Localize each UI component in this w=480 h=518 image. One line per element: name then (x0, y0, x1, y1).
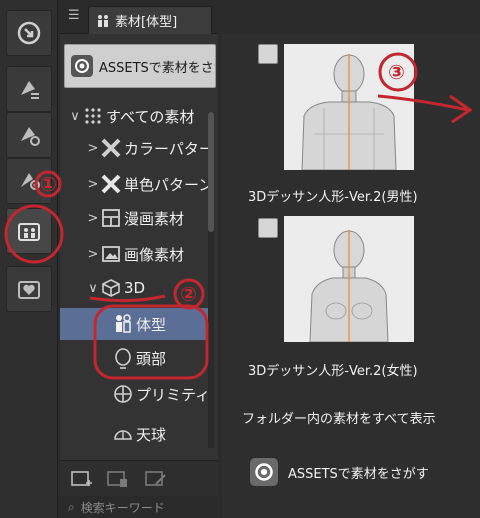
favorites-button[interactable] (6, 266, 52, 312)
tab-bar: ☰ 素材[体型] (60, 0, 218, 34)
navigator-button[interactable] (6, 10, 52, 56)
brush-size-button[interactable] (6, 158, 52, 204)
palette-icon-strip (0, 0, 58, 518)
primitive-icon (112, 383, 134, 405)
material-list-panel: 3Dデッサン人形-Ver.2(男性) 3Dデッサン人形-Ver.2(女性) フォ… (222, 0, 480, 518)
tree-scrollbar[interactable] (208, 112, 214, 448)
scrollbar-thumb[interactable] (208, 112, 214, 232)
tree-item-label: 頭部 (136, 349, 167, 368)
assets-logo-icon (71, 55, 93, 77)
delete-folder-icon[interactable] (106, 469, 130, 489)
tool-property-button[interactable] (6, 112, 52, 158)
search-field[interactable]: ⌕ 検索キーワード (60, 496, 218, 518)
tree-item-sky-dome[interactable]: 天球 (60, 418, 214, 450)
chevron-right-icon[interactable]: > (86, 141, 100, 156)
tree-item-body-type[interactable]: 体型 (60, 308, 214, 340)
chevron-right-icon[interactable]: > (86, 177, 100, 192)
assets-search-link-label: ASSETSで素材をさがす (288, 466, 429, 482)
tab-label: 素材[体型] (115, 15, 178, 30)
cube-icon (100, 277, 122, 299)
material-thumbnail-male[interactable] (284, 44, 414, 170)
mono-pattern-icon (100, 173, 122, 195)
assets-search-label: ASSETSで素材をさがす (99, 60, 215, 76)
search-placeholder: 検索キーワード (80, 500, 165, 515)
tree-item-label: 単色パターン (124, 175, 214, 194)
tree-toolbar (60, 460, 218, 496)
edit-folder-icon[interactable] (144, 469, 168, 489)
figure-icon (112, 313, 134, 335)
female-figure-image (284, 216, 414, 342)
tree-item-label: 画像素材 (124, 245, 185, 264)
assets-search-button[interactable]: ASSETSで素材をさがす (64, 44, 216, 88)
tree-item-manga[interactable]: > 漫画素材 (60, 202, 214, 234)
tree-item-all[interactable]: ∨ すべての素材 (60, 100, 214, 132)
search-icon: ⌕ (68, 499, 75, 514)
tree-item-primitive[interactable]: プリミティブ (60, 378, 214, 410)
sub-tool-button[interactable] (6, 66, 52, 112)
figure-tab-icon (98, 14, 108, 27)
tree-item-label: 漫画素材 (124, 209, 185, 228)
material-folder-icon (18, 223, 40, 241)
assets-search-link[interactable]: ASSETSで素材をさがす (250, 458, 429, 486)
manga-icon (100, 207, 122, 229)
show-all-materials-link[interactable]: フォルダー内の素材をすべて表示 (242, 408, 436, 427)
material-caption: 3Dデッサン人形-Ver.2(男性) (248, 190, 418, 205)
tree-item-label: すべての素材 (106, 107, 195, 126)
tree-item-label: 体型 (136, 315, 167, 334)
tree-item-color-pattern[interactable]: > カラーパターン (60, 132, 214, 164)
head-icon (112, 347, 134, 369)
material-thumbnail-female[interactable] (284, 216, 414, 342)
material-palette-button[interactable] (6, 208, 52, 254)
pen-tool-icon (21, 81, 39, 99)
tool-gear-icon (21, 127, 40, 146)
tree-item-label: 3D (124, 279, 146, 297)
color-pattern-icon (100, 137, 122, 159)
image-icon (100, 243, 122, 265)
item-checkbox[interactable] (258, 218, 278, 238)
chevron-down-icon[interactable]: ∨ (68, 109, 82, 124)
tree-item-mono-pattern[interactable]: > 単色パターン (60, 168, 214, 200)
chevron-right-icon[interactable]: > (86, 247, 100, 262)
new-folder-icon[interactable] (70, 469, 94, 489)
material-tree-panel: ☰ 素材[体型] ASSETSで素材をさがす ∨ すべての素材 > カラーパター… (60, 0, 218, 518)
tree-item-label: カラーパターン (124, 139, 214, 158)
tab-material[interactable]: 素材[体型] (88, 6, 212, 34)
tree-item-3d[interactable]: ∨ 3D (60, 272, 214, 304)
item-checkbox[interactable] (258, 44, 278, 64)
assets-logo-icon (250, 458, 278, 486)
menu-icon[interactable]: ☰ (68, 9, 82, 23)
heart-folder-icon (18, 281, 40, 299)
material-caption: 3Dデッサン人形-Ver.2(女性) (248, 364, 418, 379)
content-header (222, 0, 480, 34)
tree-item-image[interactable]: > 画像素材 (60, 238, 214, 270)
tree-item-label: プリミティブ (136, 385, 214, 404)
tree-item-head[interactable]: 頭部 (60, 342, 214, 374)
sky-dome-icon (112, 423, 134, 445)
grid-icon (82, 105, 104, 127)
chevron-down-icon[interactable]: ∨ (86, 281, 100, 296)
navigator-icon (17, 21, 41, 45)
male-figure-image (284, 44, 414, 170)
brush-target-icon (21, 173, 40, 190)
tree-item-label: 天球 (136, 425, 167, 444)
chevron-right-icon[interactable]: > (86, 211, 100, 226)
